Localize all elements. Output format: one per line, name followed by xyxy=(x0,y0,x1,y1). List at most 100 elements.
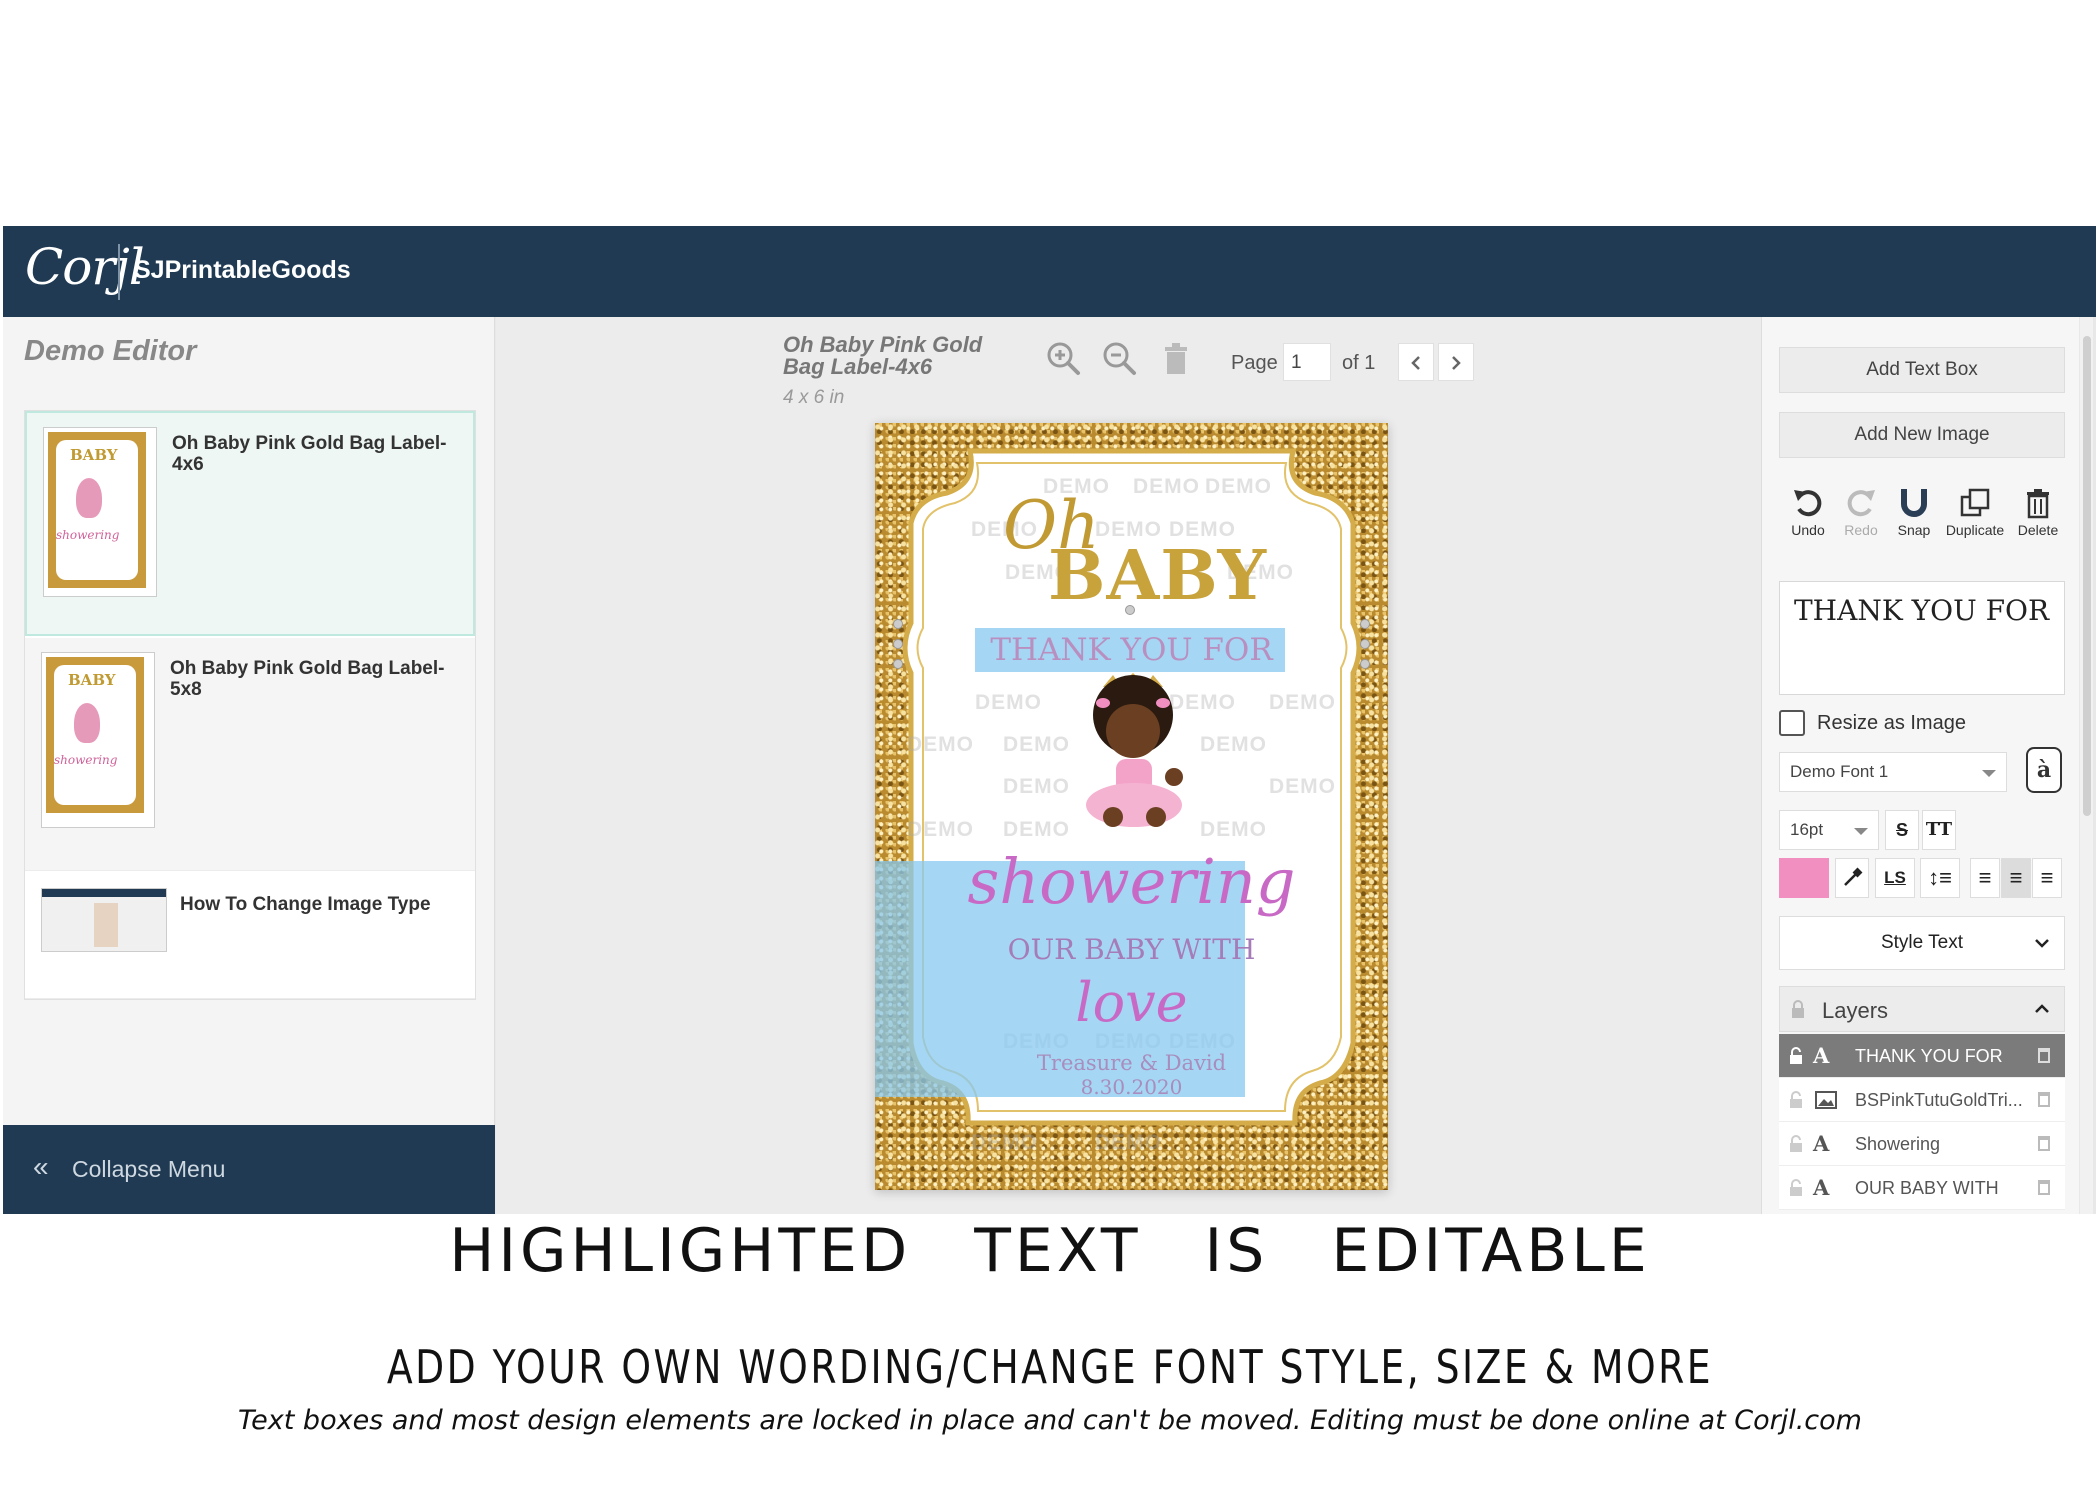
caret-down-icon xyxy=(1982,770,1996,777)
undo-icon xyxy=(1794,490,1822,517)
page-number-input[interactable]: 1 xyxy=(1283,343,1331,381)
trash-icon[interactable] xyxy=(2037,1133,2051,1151)
trash-icon[interactable] xyxy=(2037,1177,2051,1195)
font-size-select[interactable]: 16pt xyxy=(1779,810,1879,850)
next-page-button[interactable] xyxy=(1438,343,1474,381)
disclaimer-note: Text boxes and most design elements are … xyxy=(238,1405,1862,1436)
template-title: How To Change Image Type xyxy=(180,894,431,915)
letter-spacing-icon[interactable]: LS xyxy=(1875,858,1915,898)
duplicate-label: Duplicate xyxy=(1945,522,2005,538)
marketing-graphic: Corjl SJPrintableGoods Demo Editor BABY s… xyxy=(0,0,2100,1500)
love-text[interactable]: love xyxy=(875,971,1388,1034)
chevron-left-icon xyxy=(1411,356,1420,370)
layer-row-thank-you-for[interactable]: A THANK YOU FOR xyxy=(1779,1034,2065,1078)
style-text-dropdown[interactable]: Style Text xyxy=(1779,916,2065,970)
chevron-right-icon xyxy=(1452,356,1461,370)
text-layer-icon: A xyxy=(1813,1175,1830,1200)
resize-handle[interactable] xyxy=(1360,639,1370,649)
font-size-value: 16pt xyxy=(1790,820,1824,839)
text-edit-field[interactable]: THANK YOU FOR xyxy=(1779,581,2065,695)
our-baby-with-text[interactable]: OUR BABY WITH xyxy=(875,933,1388,966)
strikethrough-icon[interactable]: S xyxy=(1885,810,1919,850)
duplicate-button[interactable]: Duplicate xyxy=(1945,487,2005,547)
collapse-menu-button[interactable]: « Collapse Menu xyxy=(3,1125,495,1214)
trash-icon[interactable] xyxy=(2037,1045,2051,1063)
align-right-icon[interactable]: ≡ xyxy=(2032,858,2062,898)
demo-watermark: DEMO xyxy=(1095,1131,1162,1154)
redo-button[interactable]: Redo xyxy=(1831,487,1891,547)
unlock-icon[interactable] xyxy=(1789,1091,1803,1109)
font-select[interactable]: Demo Font 1 xyxy=(1779,752,2007,792)
snap-button[interactable]: Snap xyxy=(1884,487,1944,547)
layers-header[interactable]: Layers xyxy=(1779,986,2065,1032)
resize-handle[interactable] xyxy=(893,639,903,649)
align-center-icon[interactable]: ≡ xyxy=(2001,858,2031,898)
template-item-4x6[interactable]: BABY showering Oh Baby Pink Gold Bag Labe… xyxy=(25,411,475,636)
corjl-logo[interactable]: Corjl xyxy=(25,238,145,296)
trash-icon[interactable] xyxy=(2037,1089,2051,1107)
baby-illustration xyxy=(1086,673,1183,827)
card-baby-text: BABY xyxy=(1048,536,1268,616)
page-count: of 1 xyxy=(1342,352,1376,374)
layer-row-image[interactable]: BSPinkTutuGoldTri... xyxy=(1779,1078,2065,1122)
template-item-how-to[interactable]: How To Change Image Type xyxy=(25,872,475,999)
redo-label: Redo xyxy=(1844,522,1878,538)
undo-button[interactable]: Undo xyxy=(1778,487,1838,547)
resize-handle[interactable] xyxy=(1360,659,1370,669)
unlock-icon[interactable] xyxy=(1789,1179,1803,1197)
eyedropper-icon[interactable] xyxy=(1835,858,1869,898)
demo-watermark: DEMO xyxy=(1200,818,1267,841)
demo-watermark: DEMO xyxy=(1205,475,1272,498)
snap-label: Snap xyxy=(1897,522,1931,538)
uppercase-icon[interactable]: TT xyxy=(1922,810,1956,850)
unlock-icon[interactable] xyxy=(1789,1047,1803,1065)
resize-handle[interactable] xyxy=(893,659,903,669)
demo-watermark: DEMO xyxy=(1269,775,1336,798)
layer-row-showering[interactable]: A Showering xyxy=(1779,1122,2065,1166)
text-layer-icon: A xyxy=(1813,1043,1830,1068)
left-sidebar: Demo Editor BABY showering Oh Baby Pink G… xyxy=(3,317,495,1214)
delete-button[interactable]: Delete xyxy=(2008,487,2068,547)
resize-as-image-label: Resize as Image xyxy=(1817,712,1966,734)
right-tool-panel: Add Text Box Add New Image Undo Redo Sna… xyxy=(1761,317,2079,1214)
zoom-out-icon[interactable] xyxy=(1100,339,1140,379)
line-height-icon[interactable]: ↕≡ xyxy=(1920,858,1960,898)
text-color-swatch[interactable] xyxy=(1779,858,1829,898)
demo-watermark: DEMO xyxy=(1269,691,1336,714)
canvas-area: Oh Baby Pink Gold Bag Label-4x6 4 x 6 in… xyxy=(496,317,1761,1214)
zoom-in-icon[interactable] xyxy=(1044,339,1084,379)
resize-as-image-checkbox[interactable] xyxy=(1779,710,1805,736)
trash-icon[interactable] xyxy=(1156,339,1196,379)
layer-name: BSPinkTutuGoldTri... xyxy=(1855,1090,2023,1110)
panel-title: Demo Editor xyxy=(24,335,197,367)
image-layer-icon xyxy=(1815,1091,1837,1109)
names-text[interactable]: Treasure & David xyxy=(875,1051,1388,1075)
template-thumbnail: BABY showering xyxy=(43,427,157,597)
previous-page-button[interactable] xyxy=(1398,343,1434,381)
resize-handle[interactable] xyxy=(1360,619,1370,629)
glyph-picker-icon[interactable]: à xyxy=(2026,747,2062,793)
undo-label: Undo xyxy=(1791,522,1825,538)
lock-icon xyxy=(1792,1000,1804,1018)
style-text-label: Style Text xyxy=(1880,932,1964,953)
thank-you-text[interactable]: THANK YOU FOR xyxy=(875,632,1388,668)
add-new-image-button[interactable]: Add New Image xyxy=(1779,412,2065,458)
redo-icon xyxy=(1847,490,1875,517)
design-canvas[interactable]: DEMO DEMO DEMO DEMO DEMO DEMO DEMO DEMO … xyxy=(875,423,1388,1190)
resize-handle[interactable] xyxy=(893,619,903,629)
showering-text[interactable]: showering xyxy=(875,845,1388,918)
add-text-box-button[interactable]: Add Text Box xyxy=(1779,347,2065,393)
demo-watermark: DEMO xyxy=(1200,733,1267,756)
layer-row-our-baby-with[interactable]: A OUR BABY WITH xyxy=(1779,1166,2065,1210)
magnet-icon xyxy=(1901,489,1927,517)
template-thumbnail xyxy=(41,888,167,952)
align-left-icon[interactable]: ≡ xyxy=(1970,858,2000,898)
unlock-icon[interactable] xyxy=(1789,1135,1803,1153)
scrollbar-thumb[interactable] xyxy=(2083,336,2091,816)
demo-watermark: DEMO xyxy=(975,691,1042,714)
date-text[interactable]: 8.30.2020 xyxy=(875,1075,1388,1099)
rotate-handle[interactable] xyxy=(1125,605,1135,615)
demo-watermark: DEMO xyxy=(907,733,974,756)
features-caption: ADD YOUR OWN WORDING/CHANGE FONT STYLE, … xyxy=(386,1340,1714,1394)
template-item-5x8[interactable]: BABY showering Oh Baby Pink Gold Bag Labe… xyxy=(25,638,475,871)
